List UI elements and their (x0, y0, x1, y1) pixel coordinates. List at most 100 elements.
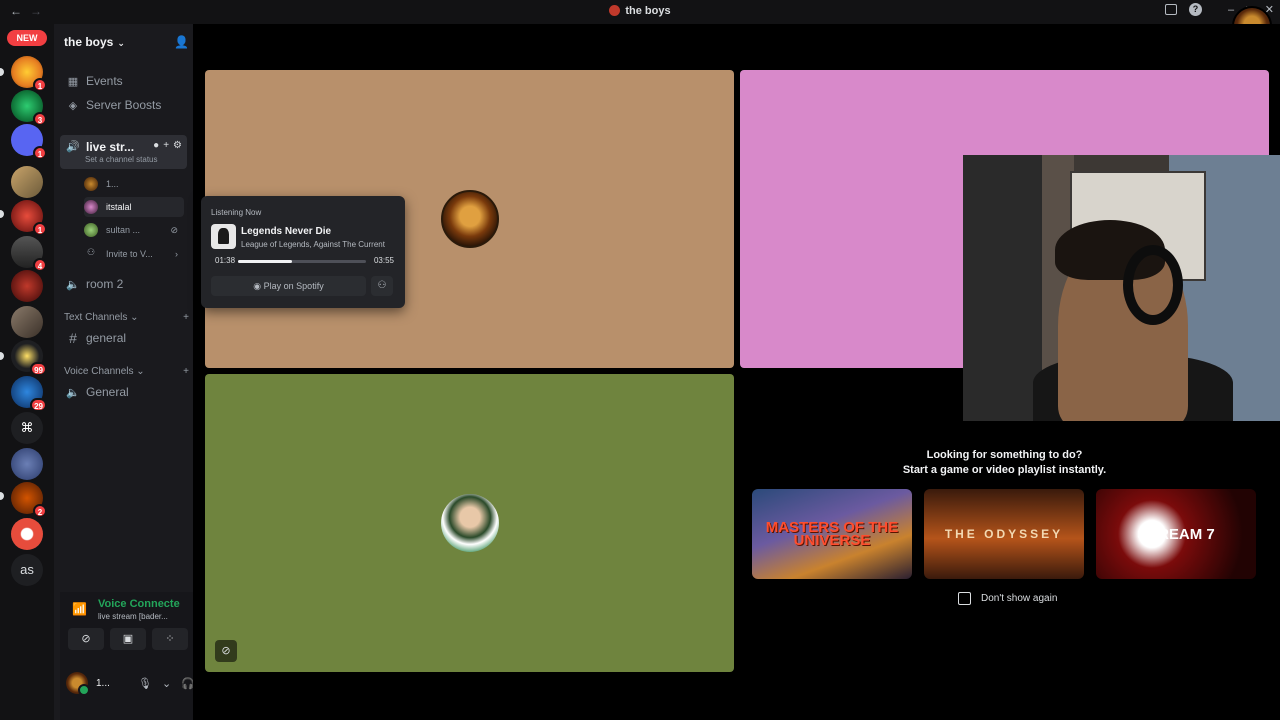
voice-channel-live-stream[interactable]: 🔊 live str... Set a channel status ● + ⚙ (60, 135, 187, 169)
voice-status[interactable]: Voice Connecte (98, 598, 180, 610)
add-channel-icon[interactable]: + (183, 366, 189, 377)
channel-name: General (86, 385, 129, 399)
discord-server-icon[interactable]: 1 (11, 124, 47, 160)
voice-channel-label[interactable]: live stream [bader... (98, 612, 168, 621)
user-name[interactable]: 1... (96, 678, 110, 689)
server-initials[interactable]: as (11, 554, 43, 586)
category-label: Voice Channels (64, 366, 134, 377)
server-icon[interactable] (11, 518, 43, 550)
server-icon[interactable]: 2 (11, 482, 47, 518)
category-voice-channels[interactable]: Voice Channels ⌄ + (64, 366, 189, 377)
server-icon[interactable] (11, 448, 43, 480)
server-icon[interactable]: 3 (11, 90, 47, 126)
progress-bar (238, 260, 366, 263)
dont-show-label: Don't show again (981, 593, 1058, 604)
mention-badge: 1 (33, 78, 47, 92)
server-icon[interactable] (11, 270, 43, 302)
server-icon[interactable]: 1 (11, 200, 47, 236)
participant-tile[interactable]: ⊘ (205, 374, 734, 672)
camera-button[interactable]: ⊘ (68, 628, 104, 650)
server-icon[interactable] (11, 166, 43, 198)
inbox-icon[interactable] (1165, 4, 1177, 15)
events-item[interactable]: ▦ Events (60, 70, 187, 92)
chevron-right-icon: › (175, 249, 178, 259)
add-user-icon: ⚇ (86, 247, 96, 257)
new-badge[interactable]: NEW (7, 30, 47, 46)
unread-pill (0, 68, 4, 76)
server-icon[interactable]: 4 (11, 236, 47, 272)
listen-along-button[interactable]: ⚇ (371, 276, 393, 296)
song-artist[interactable]: League of Legends, Against The Current (241, 240, 385, 249)
mention-badge: 29 (30, 398, 47, 412)
channel-name: room 2 (86, 277, 124, 291)
listening-label: Listening Now (211, 208, 262, 217)
spotify-popout: Listening Now Legends Never Die League o… (201, 196, 405, 308)
voice-channel-room2[interactable]: 🔈 room 2 (60, 273, 187, 295)
title-bar: ← → the boys ? – □ ✕ (0, 0, 1280, 24)
mic-icon[interactable]: 🎙 (138, 677, 152, 690)
text-channel-general[interactable]: # general (60, 327, 187, 349)
spotify-icon: ◉ (253, 281, 264, 291)
category-text-channels[interactable]: Text Channels ⌄ + (64, 312, 189, 323)
mention-badge: 4 (33, 258, 47, 272)
prompt-line1: Looking for something to do? (926, 449, 1083, 461)
mention-badge: 1 (33, 146, 47, 160)
server-icon[interactable]: ⌘ (11, 412, 43, 444)
calendar-icon: ▦ (67, 75, 79, 88)
add-channel-icon[interactable]: + (183, 312, 189, 323)
avatar (84, 223, 98, 237)
play-label: Play on Spotify (263, 281, 324, 291)
activity-button[interactable]: ⁘ (152, 628, 188, 650)
mention-badge: 1 (33, 222, 47, 236)
muted-icon: ⊘ (215, 640, 237, 662)
events-label: Events (86, 74, 123, 88)
webcam-overlay (963, 155, 1280, 421)
activity-card[interactable]: MASTERS OF THE UNIVERSE (752, 489, 912, 579)
voice-user[interactable]: itstalal (84, 197, 184, 217)
channel-sidebar: the boys ⌄ 👤 ▦ Events ◈ Server Boosts 🔊 liv… (54, 24, 241, 720)
chevron-down-icon[interactable]: ⌄ (162, 677, 171, 690)
webcam-headphones (1123, 245, 1183, 325)
checkbox[interactable] (958, 592, 971, 605)
hash-icon: # (69, 330, 77, 346)
play-on-spotify-button[interactable]: ◉ Play on Spotify (211, 276, 366, 296)
dont-show-again[interactable]: Don't show again (958, 592, 1057, 605)
guild-header[interactable]: the boys ⌄ 👤 (64, 34, 189, 50)
voice-stage: ⊘ Looking for something to do? Start a g… (193, 24, 1280, 720)
activity-card[interactable]: SCREAM 7 (1096, 489, 1256, 579)
avatar[interactable] (66, 672, 90, 696)
avatar (84, 177, 98, 191)
help-icon[interactable]: ? (1189, 3, 1202, 16)
chevron-down-icon: ⌄ (117, 38, 125, 48)
voice-user[interactable]: 1... (84, 174, 184, 194)
server-boosts-item[interactable]: ◈ Server Boosts (60, 94, 187, 116)
card-title: MASTERS OF THE UNIVERSE (765, 519, 899, 549)
gear-icon[interactable]: ⚙ (173, 140, 182, 151)
song-title[interactable]: Legends Never Die (241, 226, 331, 237)
voice-channel-general[interactable]: 🔈 General (60, 381, 187, 403)
voice-user-name: sultan ... (106, 225, 141, 235)
add-member-icon[interactable]: + (163, 140, 169, 151)
speaker-icon: 🔈 (66, 386, 80, 399)
channel-status[interactable]: Set a channel status (85, 155, 158, 164)
server-rail: NEW 1 3 1 1 4 99 29 ⌘ 2 as (0, 24, 54, 720)
guild-name: the boys (64, 35, 114, 49)
chat-icon[interactable]: ● (153, 140, 159, 151)
album-art[interactable] (211, 224, 236, 249)
activity-prompt: Looking for something to do? Start a gam… (740, 448, 1269, 478)
server-icon[interactable]: 99 (11, 340, 47, 376)
invite-icon[interactable]: 👤 (174, 35, 189, 49)
server-icon[interactable]: 29 (11, 376, 47, 412)
voice-user[interactable]: sultan ... ⊘ (84, 220, 184, 240)
card-title: THE ODYSSEY (944, 527, 1064, 541)
signal-icon: 📶 (72, 602, 87, 616)
server-icon[interactable] (11, 306, 43, 338)
invite-to-voice[interactable]: ⚇ Invite to V... › (84, 244, 184, 264)
screen-share-button[interactable]: ▣ (110, 628, 146, 650)
activity-card[interactable]: THE ODYSSEY (924, 489, 1084, 579)
boost-icon: ◈ (68, 99, 78, 112)
participant-avatar (441, 494, 499, 552)
minimize-button[interactable]: – (1228, 4, 1234, 16)
category-label: Text Channels (64, 312, 128, 323)
server-icon[interactable]: 1 (11, 56, 47, 92)
